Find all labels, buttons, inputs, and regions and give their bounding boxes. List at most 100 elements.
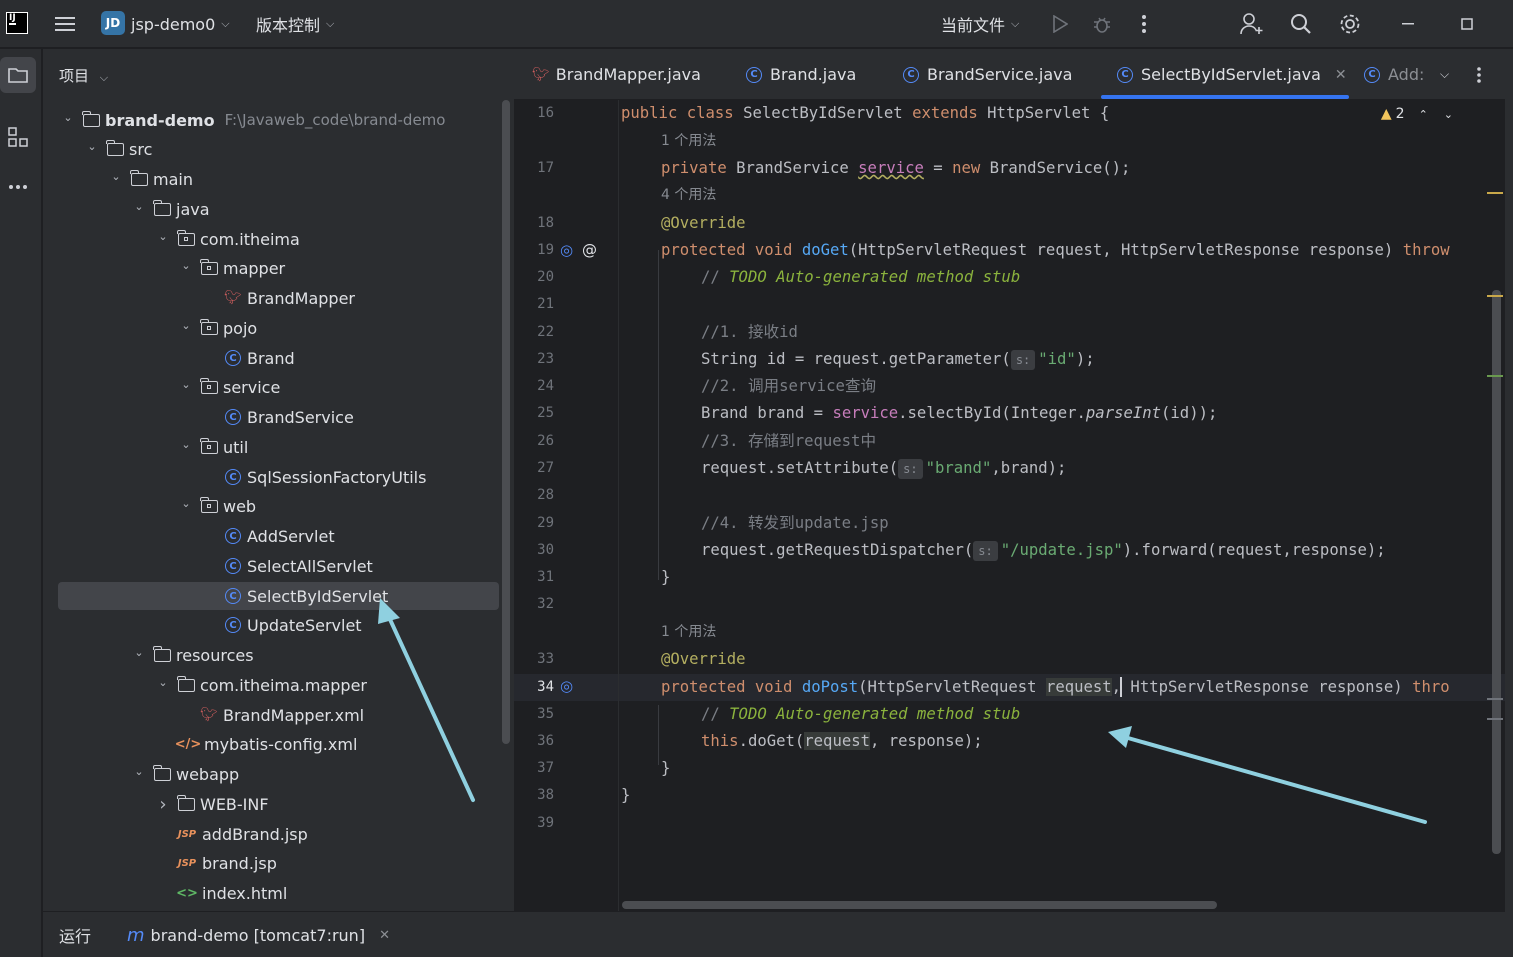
tree-item-brand-jsp[interactable]: JSP brand.jsp bbox=[155, 849, 277, 877]
line-number[interactable]: 17 bbox=[514, 155, 554, 182]
main-menu-icon[interactable] bbox=[51, 10, 79, 38]
tree-item-webapp[interactable]: ⌄ webapp bbox=[131, 760, 239, 788]
project-selector[interactable]: jsp-demo0 ⌵ bbox=[131, 0, 230, 48]
usage-hint[interactable]: 1 个用法 bbox=[661, 128, 716, 155]
chevron-down-icon[interactable]: ⌄ bbox=[155, 676, 171, 689]
code-editor[interactable]: 16 17 18 19 20 21 22 23 24 25 26 27 28 29 30 31 32 33 34 35… bbox=[514, 100, 1505, 911]
line-number[interactable]: 30 bbox=[514, 537, 554, 564]
line-number[interactable]: 32 bbox=[514, 591, 554, 618]
structure-icon[interactable] bbox=[0, 119, 36, 155]
tree-item-selectallservlet[interactable]: C SelectAllServlet bbox=[202, 552, 373, 580]
tree-item-mapper[interactable]: ⌄ mapper bbox=[178, 254, 285, 282]
editor-horizontal-scrollbar[interactable] bbox=[622, 901, 1217, 909]
tree-item-updateservlet[interactable]: C UpdateServlet bbox=[202, 611, 362, 639]
stripe-marker[interactable] bbox=[1487, 698, 1503, 700]
chevron-down-icon[interactable]: ⌄ bbox=[131, 765, 147, 778]
debug-icon[interactable] bbox=[1088, 10, 1116, 38]
chevron-down-icon[interactable]: ⌄ bbox=[178, 497, 194, 510]
line-number[interactable]: 33 bbox=[514, 646, 554, 673]
tab-brandservice[interactable]: C BrandService.java bbox=[903, 49, 1072, 100]
tree-item-java[interactable]: ⌄ java bbox=[131, 195, 210, 223]
line-number[interactable]: 26 bbox=[514, 428, 554, 455]
tree-item-service[interactable]: ⌄ service bbox=[178, 373, 280, 401]
line-number[interactable]: 39 bbox=[514, 810, 554, 837]
line-number[interactable]: 23 bbox=[514, 346, 554, 373]
tree-item-web[interactable]: ⌄ web bbox=[178, 492, 256, 520]
line-number[interactable]: 35 bbox=[514, 701, 554, 728]
tab-addservlet[interactable]: C Add: bbox=[1364, 49, 1424, 100]
tree-item-mybatis-config-xml[interactable]: </> mybatis-config.xml bbox=[155, 730, 358, 758]
override-gutter-icon[interactable]: ◎ bbox=[560, 673, 573, 700]
at-endpoint-icon[interactable]: @ bbox=[582, 237, 597, 264]
chevron-down-icon[interactable]: ⌄ bbox=[155, 230, 171, 243]
run-icon[interactable] bbox=[1046, 10, 1074, 38]
chevron-right-icon[interactable]: › bbox=[155, 794, 171, 815]
warnings-indicator[interactable]: ▲ 2 ⌃ ⌄ bbox=[1381, 106, 1453, 122]
tab-brandmapper[interactable]: 🐦︎ BrandMapper.java bbox=[532, 49, 701, 100]
more-horizontal-icon[interactable] bbox=[0, 169, 36, 205]
line-number[interactable]: 25 bbox=[514, 400, 554, 427]
project-panel-header[interactable]: 项目 ⌵ bbox=[59, 65, 108, 86]
tree-item-main[interactable]: ⌄ main bbox=[108, 165, 193, 193]
tree-item-sqlsessionfactoryutils[interactable]: C SqlSessionFactoryUtils bbox=[202, 463, 426, 491]
project-scrollbar[interactable] bbox=[502, 100, 510, 744]
line-number[interactable]: 27 bbox=[514, 455, 554, 482]
tree-item-addbrand-jsp[interactable]: JSP addBrand.jsp bbox=[155, 820, 308, 848]
tree-item-brand[interactable]: C Brand bbox=[202, 344, 295, 372]
tab-overflow-chevron-icon[interactable]: ⌵ bbox=[1440, 49, 1449, 100]
line-number[interactable]: 24 bbox=[514, 373, 554, 400]
line-number[interactable]: 21 bbox=[514, 291, 554, 318]
tree-item-brandmapper-xml[interactable]: 🐦︎ BrandMapper.xml bbox=[178, 701, 364, 729]
line-number[interactable]: 38 bbox=[514, 782, 554, 809]
chevron-down-icon[interactable]: ⌄ bbox=[131, 646, 147, 659]
tree-item-com-itheima[interactable]: ⌄ com.itheima bbox=[155, 225, 300, 253]
close-icon[interactable]: ✕ bbox=[379, 928, 390, 943]
chevron-down-icon[interactable]: ⌄ bbox=[84, 140, 100, 153]
chevron-down-icon[interactable]: ⌄ bbox=[131, 200, 147, 213]
tree-item-brand-demo[interactable]: ⌄ brand-demo F:\Javaweb_code\brand-demo bbox=[60, 106, 445, 134]
tree-item-pojo[interactable]: ⌄ pojo bbox=[178, 314, 257, 342]
tree-item-com-itheima-mapper[interactable]: ⌄ com.itheima.mapper bbox=[155, 671, 367, 699]
change-stripe-marker[interactable] bbox=[1487, 375, 1503, 377]
tree-item-web-inf[interactable]: › WEB-INF bbox=[155, 790, 268, 818]
gear-icon[interactable] bbox=[1336, 10, 1364, 38]
maximize-icon[interactable] bbox=[1453, 10, 1481, 38]
minimize-icon[interactable] bbox=[1394, 10, 1422, 38]
chevron-down-icon[interactable]: ⌄ bbox=[178, 259, 194, 272]
tab-brand[interactable]: C Brand.java bbox=[746, 49, 856, 100]
project-folder-icon[interactable] bbox=[0, 57, 36, 93]
line-number[interactable]: 37 bbox=[514, 755, 554, 782]
tree-item-addservlet[interactable]: C AddServlet bbox=[202, 522, 335, 550]
tab-more-icon[interactable] bbox=[1476, 49, 1482, 100]
chevron-down-icon[interactable]: ⌄ bbox=[178, 319, 194, 332]
run-tab-label[interactable]: 运行 bbox=[59, 912, 91, 957]
more-vertical-icon[interactable] bbox=[1130, 10, 1158, 38]
run-config-selector[interactable]: 当前文件 ⌵ bbox=[941, 0, 1019, 48]
add-user-icon[interactable] bbox=[1238, 10, 1266, 38]
line-number[interactable]: 31 bbox=[514, 564, 554, 591]
tree-item-brandservice[interactable]: C BrandService bbox=[202, 403, 354, 431]
chevron-down-icon[interactable]: ⌄ bbox=[108, 170, 124, 183]
vcs-menu[interactable]: 版本控制 ⌵ bbox=[256, 0, 334, 48]
tree-item-selectbyidservlet[interactable]: C SelectByIdServlet bbox=[202, 582, 388, 610]
tree-item-brandmapper[interactable]: 🐦︎ BrandMapper bbox=[202, 284, 355, 312]
line-number[interactable]: 16 bbox=[514, 100, 554, 127]
line-number[interactable]: 36 bbox=[514, 728, 554, 755]
line-number[interactable]: 22 bbox=[514, 319, 554, 346]
close-icon[interactable]: ✕ bbox=[1335, 67, 1347, 83]
usage-hint[interactable]: 1 个用法 bbox=[661, 619, 716, 646]
usage-hint[interactable]: 4 个用法 bbox=[661, 182, 716, 209]
run-config-tab[interactable]: m brand-demo [tomcat7:run] ✕ bbox=[127, 912, 390, 957]
chevron-down-icon[interactable]: ⌄ bbox=[60, 111, 76, 124]
chevron-down-icon[interactable]: ⌄ bbox=[1444, 108, 1453, 121]
warning-stripe-marker[interactable] bbox=[1487, 295, 1503, 297]
tree-item-src[interactable]: ⌄ src bbox=[84, 135, 152, 163]
intellij-logo-icon[interactable]: IJ bbox=[6, 12, 28, 34]
line-number[interactable]: 19 bbox=[514, 237, 554, 264]
tree-item-util[interactable]: ⌄ util bbox=[178, 433, 248, 461]
line-number[interactable]: 29 bbox=[514, 510, 554, 537]
project-badge[interactable]: JD bbox=[101, 11, 125, 35]
chevron-down-icon[interactable]: ⌄ bbox=[178, 438, 194, 451]
tree-item-index-html[interactable]: <> index.html bbox=[155, 879, 287, 907]
line-number[interactable]: 18 bbox=[514, 210, 554, 237]
